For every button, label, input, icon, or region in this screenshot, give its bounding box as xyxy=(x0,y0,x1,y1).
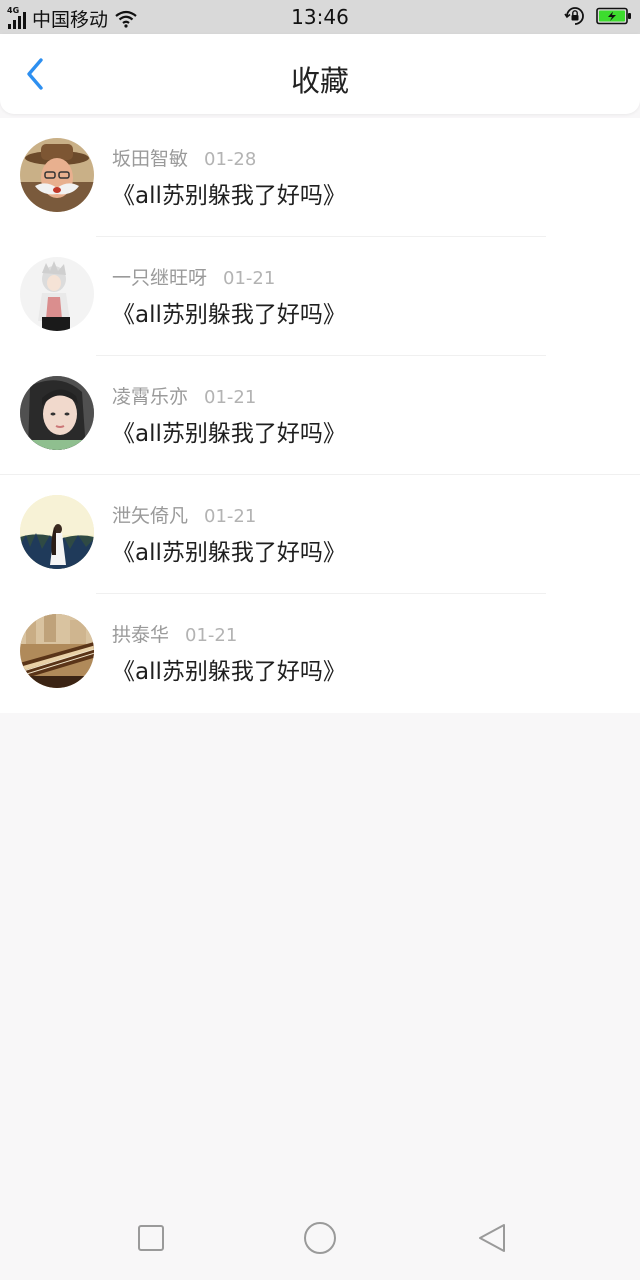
author-name: 坂田智敏 xyxy=(112,148,189,170)
back-nav-button[interactable] xyxy=(474,1220,510,1256)
item-title: 《all苏别躲我了好吗》 xyxy=(112,302,346,328)
square-icon xyxy=(138,1225,164,1251)
item-date: 01-21 xyxy=(204,506,257,527)
navigation-bar xyxy=(0,1196,640,1280)
avatar xyxy=(20,257,94,331)
avatar xyxy=(20,614,94,688)
list-item[interactable]: 坂田智敏 01-28 《all苏别躲我了好吗》 xyxy=(0,118,640,237)
circle-icon xyxy=(304,1222,336,1254)
home-button[interactable] xyxy=(300,1218,340,1258)
avatar xyxy=(20,376,94,450)
item-title: 《all苏别躲我了好吗》 xyxy=(112,659,346,685)
list-item[interactable]: 泄矢倚凡 01-21 《all苏别躲我了好吗》 xyxy=(0,475,640,594)
item-title: 《all苏别躲我了好吗》 xyxy=(112,183,346,209)
author-name: 拱泰华 xyxy=(112,624,170,646)
item-title: 《all苏别躲我了好吗》 xyxy=(112,540,346,566)
battery-icon xyxy=(596,7,631,25)
status-bar: 4G 中国移动 13:46 xyxy=(0,0,640,34)
list-item[interactable]: 拱泰华 01-21 《all苏别躲我了好吗》 xyxy=(0,594,640,713)
rotation-lock-icon xyxy=(564,7,584,25)
item-date: 01-21 xyxy=(204,387,257,408)
item-date: 01-21 xyxy=(223,268,276,289)
author-name: 一只继旺呀 xyxy=(112,267,208,289)
page-title: 收藏 xyxy=(290,64,349,98)
author-name: 凌霄乐亦 xyxy=(112,386,189,408)
item-title: 《all苏别躲我了好吗》 xyxy=(112,421,346,447)
item-meta: 坂田智敏 01-28 xyxy=(112,144,256,171)
author-name: 泄矢倚凡 xyxy=(112,505,189,527)
item-meta: 泄矢倚凡 01-21 xyxy=(112,501,256,528)
item-meta: 一只继旺呀 01-21 xyxy=(112,263,275,290)
item-date: 01-21 xyxy=(185,625,238,646)
header: 收藏 xyxy=(0,34,640,114)
favorites-list: 坂田智敏 01-28 《all苏别躲我了好吗》 一只继旺呀 01-21 《all苏别… xyxy=(0,118,640,713)
status-right xyxy=(564,5,632,27)
triangle-back-icon xyxy=(479,1224,505,1252)
avatar xyxy=(20,495,94,569)
item-meta: 拱泰华 01-21 xyxy=(112,620,237,647)
recent-apps-button[interactable] xyxy=(133,1220,169,1256)
list-item[interactable]: 凌霄乐亦 01-21 《all苏别躲我了好吗》 xyxy=(0,356,640,475)
item-date: 01-28 xyxy=(204,149,257,170)
status-time: 13:46 xyxy=(291,5,349,29)
list-item[interactable]: 一只继旺呀 01-21 《all苏别躲我了好吗》 xyxy=(0,237,640,356)
item-meta: 凌霄乐亦 01-21 xyxy=(112,382,256,409)
avatar xyxy=(20,138,94,212)
